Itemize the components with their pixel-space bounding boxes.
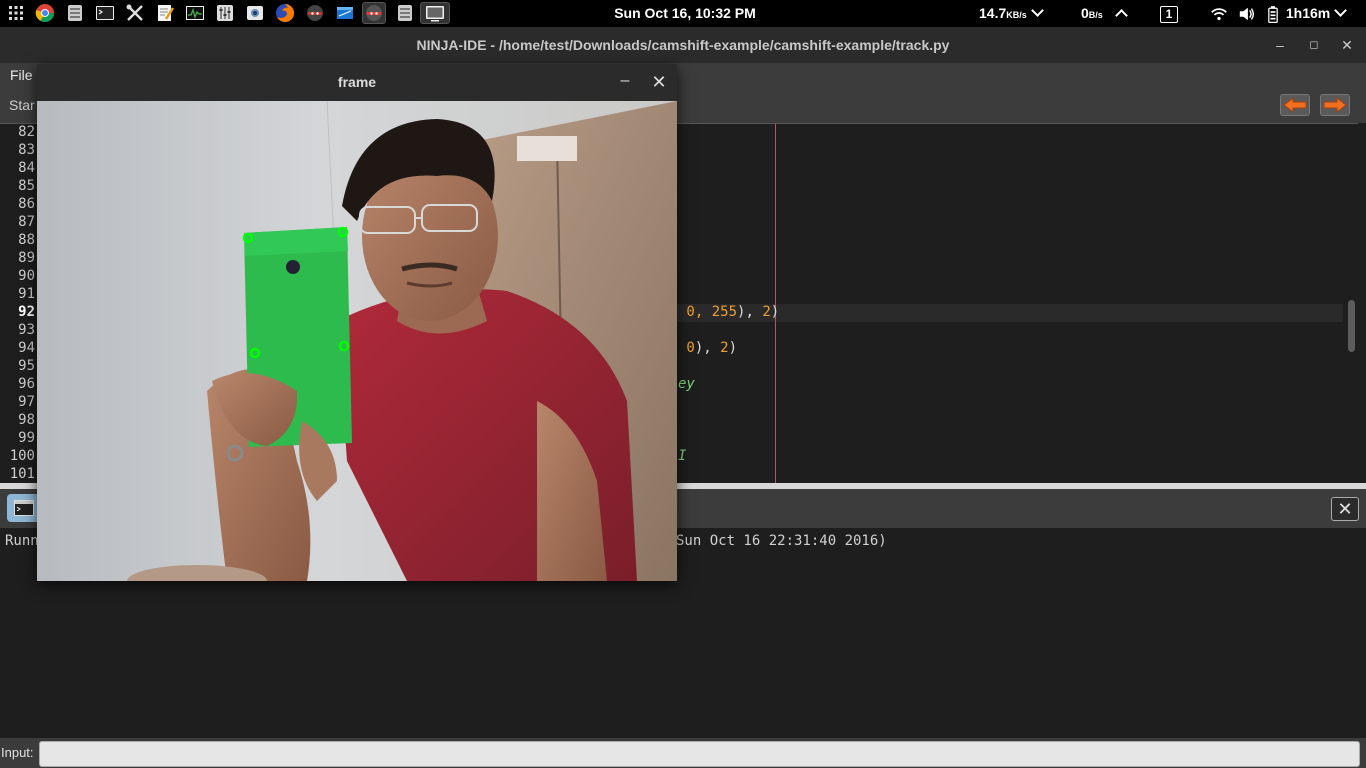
chrome-icon[interactable]	[33, 2, 57, 24]
ide-titlebar[interactable]: NINJA-IDE - /home/test/Downloads/camshif…	[0, 27, 1366, 63]
download-unit: KB/s	[1006, 10, 1027, 20]
code-token: ),	[737, 304, 763, 320]
console-close-button[interactable]: ✕	[1331, 497, 1359, 521]
console-input-field[interactable]	[39, 741, 1360, 767]
firefox-icon[interactable]	[273, 2, 297, 24]
input-label: Input:	[1, 745, 34, 760]
tab-start-page[interactable]: Star	[9, 97, 35, 113]
console-text-timestamp: Sun Oct 16 22:31:40 2016)	[676, 533, 887, 549]
clock[interactable]: Sun Oct 16, 10:32 PM	[560, 0, 810, 27]
line-number: 86	[18, 196, 35, 212]
code-token: 2	[720, 340, 729, 356]
navigate-forward-button[interactable]	[1320, 94, 1350, 116]
line-number-gutter: 82 83 84 85 86 87 88 89 90 91 92 93 94 95 96 97 98 99 100 1…	[0, 124, 38, 483]
line-number: 82	[18, 124, 35, 140]
download-indicator[interactable]: 14.7KB/s	[979, 0, 1044, 27]
navigate-back-button[interactable]	[1280, 94, 1310, 116]
code-token: )	[770, 304, 780, 320]
code-token: )	[728, 340, 738, 356]
menu-file[interactable]: File	[10, 67, 33, 83]
workspace-indicator[interactable]: 1	[1160, 0, 1178, 27]
system-monitor-icon[interactable]	[183, 2, 207, 24]
maximize-button[interactable]: ◻	[1305, 36, 1323, 54]
line-number: 95	[18, 358, 35, 374]
line-number: 94	[18, 340, 35, 356]
minimize-button[interactable]: –	[1271, 36, 1289, 54]
download-rate: 14.7	[979, 5, 1007, 21]
line-number: 85	[18, 178, 35, 194]
line-number: 99	[18, 430, 35, 446]
editor-scrollbar[interactable]	[1346, 124, 1358, 483]
audio-mixer-icon[interactable]	[213, 2, 237, 24]
workspace-number: 1	[1160, 5, 1178, 23]
battery-time: 1h16m	[1285, 5, 1331, 21]
top-panel: Sun Oct 16, 10:32 PM 14.7KB/s 0B/s 1 1h1…	[0, 0, 1366, 27]
line-number: 93	[18, 322, 35, 338]
line-number: 96	[18, 376, 35, 392]
close-button[interactable]: ✕	[1338, 36, 1356, 54]
terminal-icon[interactable]	[93, 2, 117, 24]
line-number: 101	[9, 466, 35, 482]
ninja-ide-active-icon[interactable]	[362, 2, 386, 24]
battery-indicator[interactable]: 1h16m	[1268, 0, 1348, 27]
display-icon[interactable]	[420, 2, 450, 24]
upload-unit: B/s	[1088, 10, 1103, 20]
volume-icon[interactable]	[1238, 0, 1258, 27]
frame-close-button[interactable]: ✕	[650, 73, 668, 91]
arrow-right-icon	[1323, 97, 1347, 113]
terminal-icon	[14, 500, 34, 516]
files-icon[interactable]	[63, 2, 87, 24]
line-number: 97	[18, 394, 35, 410]
files-icon[interactable]	[393, 2, 417, 24]
scrollbar-thumb[interactable]	[1348, 300, 1355, 352]
code-token: 2	[762, 304, 771, 320]
wifi-icon[interactable]	[1210, 0, 1230, 27]
code-line-96: ey	[678, 376, 695, 392]
line-number: 88	[18, 232, 35, 248]
apps-grid-icon[interactable]	[4, 2, 28, 24]
frame-title: frame	[337, 74, 377, 90]
window-title: NINJA-IDE - /home/test/Downloads/camshif…	[416, 37, 950, 53]
line-number: 89	[18, 250, 35, 266]
console-text-run: Runn	[5, 533, 39, 549]
frame-titlebar[interactable]: frame – ✕	[37, 64, 677, 101]
line-number: 90	[18, 268, 35, 284]
code-token: 0, 255	[678, 304, 738, 320]
battery-icon	[1268, 5, 1278, 23]
line-number: 98	[18, 412, 35, 428]
chevron-down-icon	[1334, 4, 1348, 17]
frame-minimize-button[interactable]: –	[617, 73, 633, 90]
code-line-94: 0), 2)	[678, 340, 737, 356]
upload-rate: 0	[1081, 5, 1089, 21]
virtualbox-icon[interactable]	[333, 2, 357, 24]
upload-indicator[interactable]: 0B/s	[1081, 0, 1128, 27]
line-number: 100	[9, 448, 35, 464]
code-line-100: I	[678, 448, 687, 464]
screenshot-icon[interactable]	[243, 2, 267, 24]
line-number: 83	[18, 142, 35, 158]
console-tab[interactable]	[7, 494, 41, 522]
code-token: ),	[694, 340, 721, 356]
line-number: 92	[18, 304, 35, 320]
line-number: 91	[18, 286, 35, 302]
line-number: 87	[18, 214, 35, 230]
code-line-92: 0, 255), 2)	[678, 304, 779, 320]
code-token: 0	[678, 340, 695, 356]
arrow-left-icon	[1283, 97, 1307, 113]
text-editor-icon[interactable]	[153, 2, 177, 24]
ninja-ide-icon[interactable]	[303, 2, 327, 24]
console-input-bar: Input:	[0, 738, 1366, 768]
chevron-down-icon	[1030, 4, 1044, 17]
tools-icon[interactable]	[123, 2, 147, 24]
chevron-up-icon	[1114, 9, 1128, 22]
line-number: 84	[18, 160, 35, 176]
camera-feed	[37, 101, 677, 581]
frame-window[interactable]: frame – ✕	[37, 64, 677, 581]
